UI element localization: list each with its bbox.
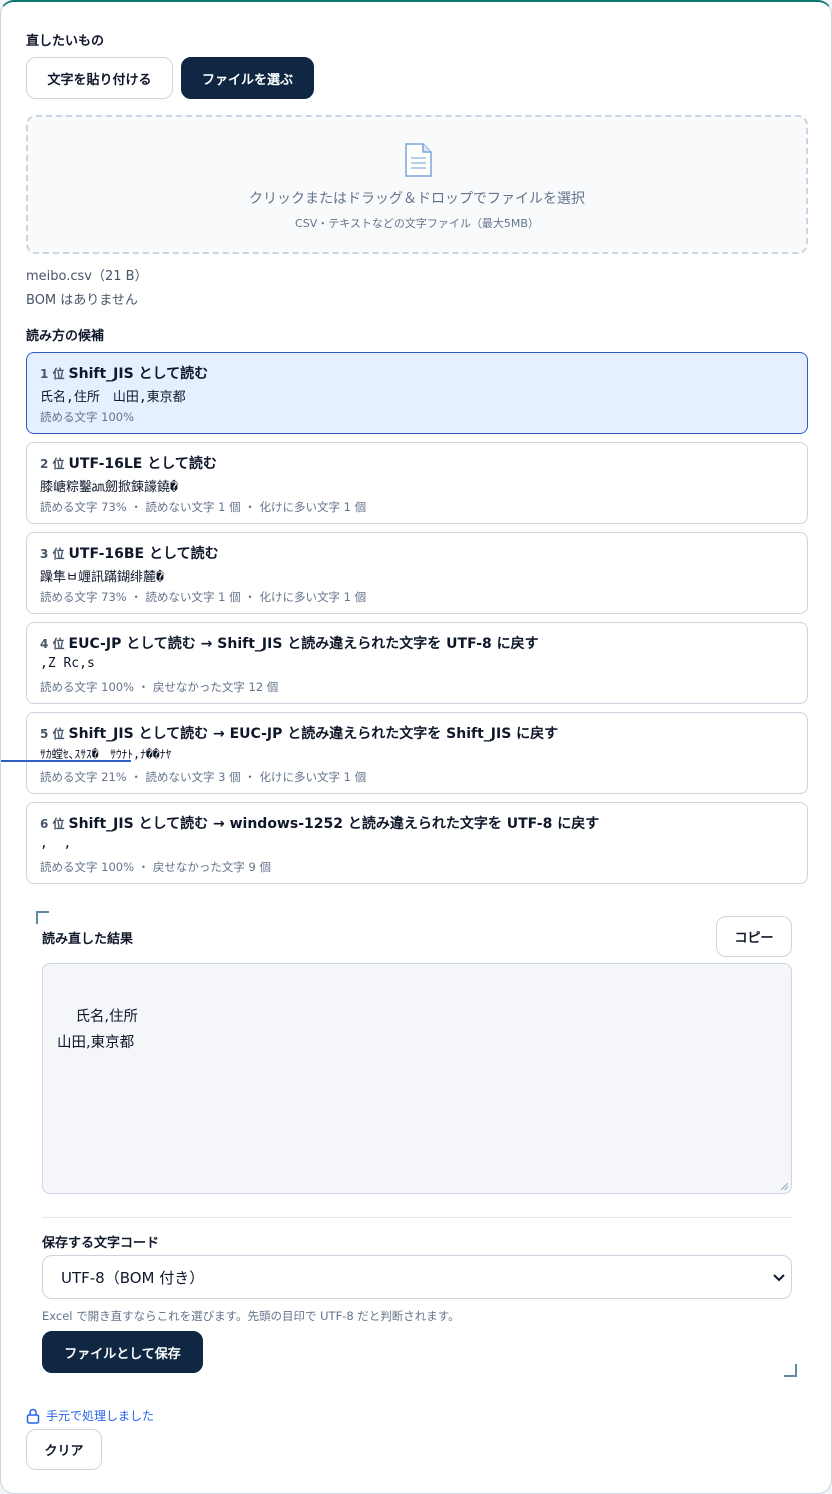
candidate-stats: 読める文字 100% ・ 戻せなかった文字 12 個	[40, 680, 279, 694]
copy-button[interactable]: コピー	[716, 916, 792, 957]
candidate-preview: 躁隼ㅂ竰訊蹣鍸绯麓�	[40, 570, 164, 585]
candidate-rank: 2 位	[40, 457, 65, 471]
candidate-title-text: UTF-16BE として読む	[68, 546, 219, 562]
input-section-label: 直したいもの	[26, 34, 105, 49]
dropzone-main-text: クリックまたはドラッグ＆ドロップでファイルを選択	[249, 191, 585, 207]
candidate-item-6[interactable]: 6 位 Shift_JIS として読む → windows-1252 と読み違えら…	[26, 802, 808, 884]
candidate-title: 4 位 EUC-JP として読む → Shift_JIS と読み違えられた文字を …	[40, 633, 539, 653]
candidate-item-2[interactable]: 2 位 UTF-16LE として読む 膝嵣粽鑿㏂劒掀鋉譹鐃� 読める文字 73% …	[26, 442, 808, 524]
candidate-title: 2 位 UTF-16LE として読む	[40, 453, 217, 473]
candidate-preview: ,Z Rc,s	[40, 656, 95, 671]
local-processing-text: 手元で処理しました	[46, 1409, 155, 1423]
candidate-rank: 4 位	[40, 637, 65, 651]
candidate-rank: 5 位	[40, 727, 65, 741]
save-file-button[interactable]: ファイルとして保存	[42, 1331, 203, 1373]
candidate-preview: , ,	[40, 836, 72, 851]
candidate-rank: 6 位	[40, 817, 65, 831]
lock-icon	[26, 1408, 40, 1424]
candidate-item-4[interactable]: 4 位 EUC-JP として読む → Shift_JIS と読み違えられた文字を …	[26, 622, 808, 704]
candidate-stats: 読める文字 73% ・ 読めない文字 1 個 ・ 化けに多い文字 1 個	[40, 590, 367, 604]
result-corner-bottom-right	[784, 1364, 797, 1377]
candidate-stats: 読める文字 73% ・ 読めない文字 1 個 ・ 化けに多い文字 1 個	[40, 500, 367, 514]
save-encoding-label: 保存する文字コード	[42, 1236, 160, 1251]
candidate-stats: 読める文字 100% ・ 戻せなかった文字 9 個	[40, 860, 271, 874]
result-corner-top-left	[36, 911, 49, 924]
bom-status: BOM はありません	[26, 293, 138, 308]
candidate-title-text: Shift_JIS として読む	[68, 366, 209, 382]
candidate-item-5[interactable]: 5 位 Shift_JIS として読む → EUC-JP と読み違えられた文字を …	[26, 712, 808, 794]
candidate-title: 5 位 Shift_JIS として読む → EUC-JP と読み違えられた文字を …	[40, 723, 558, 743]
candidate-preview: 氏名,住所 山田,東京都	[40, 390, 186, 405]
document-icon	[405, 143, 432, 177]
dropzone-sub-text: CSV・テキストなどの文字ファイル（最大5MB）	[295, 217, 539, 230]
encoding-hint: Excel で開き直すならこれを選びます。先頭の目印で UTF-8 だと判断され…	[42, 1309, 460, 1323]
main-card: 直したいもの 文字を貼り付ける ファイルを選ぶ クリックまたはドラッグ＆ドロップ…	[0, 0, 832, 1494]
result-textarea[interactable]: 氏名,住所 山田,東京都	[42, 963, 792, 1194]
paste-text-button[interactable]: 文字を貼り付ける	[26, 57, 173, 99]
file-name-size: meibo.csv（21 B）	[26, 269, 148, 284]
candidate-title-text: EUC-JP として読む → Shift_JIS と読み違えられた文字を UTF…	[68, 636, 539, 652]
candidate-title-text: Shift_JIS として読む → EUC-JP と読み違えられた文字を Shi…	[68, 726, 559, 742]
candidates-section-label: 読み方の候補	[26, 329, 105, 344]
file-dropzone[interactable]: クリックまたはドラッグ＆ドロップでファイルを選択 CSV・テキストなどの文字ファ…	[26, 115, 808, 254]
result-text: 氏名,住所 山田,東京都	[57, 1009, 139, 1051]
result-section-label: 読み直した結果	[42, 932, 134, 947]
encoding-select-value: UTF-8（BOM 付き）	[61, 1268, 205, 1287]
resize-handle-icon[interactable]	[780, 1182, 788, 1190]
clear-button[interactable]: クリア	[26, 1429, 102, 1470]
candidate-title-text: Shift_JIS として読む → windows-1252 と読み違えられた文…	[68, 816, 600, 832]
candidate-title-text: UTF-16LE として読む	[68, 456, 217, 472]
encoding-select[interactable]: UTF-8（BOM 付き）	[42, 1255, 792, 1299]
candidate-item-1[interactable]: 1 位 Shift_JIS として読む 氏名,住所 山田,東京都 読める文字 10…	[26, 352, 808, 434]
candidate-title: 6 位 Shift_JIS として読む → windows-1252 と読み違えら…	[40, 813, 599, 833]
candidate-rank: 1 位	[40, 367, 65, 381]
local-processing-note: 手元で処理しました	[26, 1407, 154, 1424]
candidate-title: 3 位 UTF-16BE として読む	[40, 543, 219, 563]
candidate-rank: 3 位	[40, 547, 65, 561]
choose-file-button[interactable]: ファイルを選ぶ	[181, 57, 314, 99]
candidate-stats: 読める文字 100%	[40, 410, 135, 424]
section-divider	[42, 1217, 792, 1218]
candidate-item-3[interactable]: 3 位 UTF-16BE として読む 躁隼ㅂ竰訊蹣鍸绯麓� 読める文字 73% ・…	[26, 532, 808, 614]
candidate-preview: 膝嵣粽鑿㏂劒掀鋉譹鐃�	[40, 480, 178, 495]
chevron-down-icon	[773, 1274, 785, 1282]
candidate-stats: 読める文字 21% ・ 読めない文字 3 個 ・ 化けに多い文字 1 個	[40, 770, 367, 784]
focus-indicator-line	[1, 760, 131, 762]
candidate-title: 1 位 Shift_JIS として読む	[40, 363, 208, 383]
